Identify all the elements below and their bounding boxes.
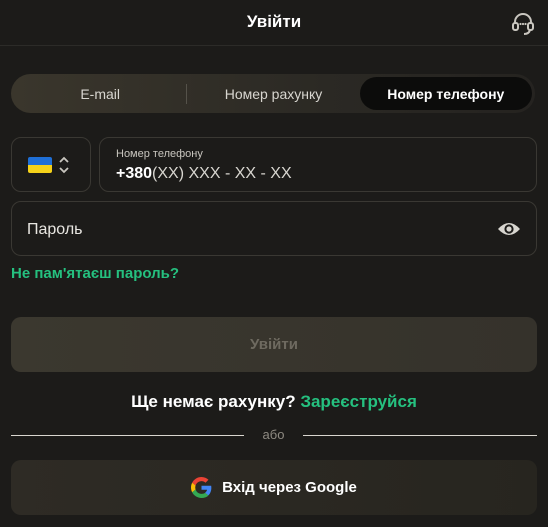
eye-icon[interactable]: [497, 219, 521, 239]
google-button-label: Вхід через Google: [222, 479, 357, 496]
google-login-button[interactable]: Вхід через Google: [11, 460, 537, 515]
headset-icon[interactable]: [510, 10, 536, 36]
phone-mask: (XX) XXX - XX - XX: [152, 165, 292, 182]
tab-email[interactable]: E-mail: [14, 77, 186, 110]
phone-input[interactable]: Номер телефону +380(XX) XXX - XX - XX: [99, 137, 537, 192]
phone-prefix: +380: [116, 165, 153, 182]
divider-line-left: [11, 435, 244, 436]
header: Увійти: [0, 0, 548, 46]
country-code-select[interactable]: [11, 137, 91, 192]
tab-phone-number[interactable]: Номер телефону: [359, 77, 532, 110]
divider-text: або: [262, 427, 285, 442]
register-link[interactable]: Зареєструйся: [300, 392, 417, 411]
phone-value: +380(XX) XXX - XX - XX: [116, 165, 292, 183]
page-title: Увійти: [246, 12, 302, 31]
tab-account-number[interactable]: Номер рахунку: [187, 77, 359, 110]
phone-field-label: Номер телефону: [116, 148, 203, 160]
chevron-up-down-icon: [59, 156, 69, 174]
divider-line-right: [303, 435, 537, 436]
password-input[interactable]: Пароль: [11, 201, 537, 256]
forgot-password-link[interactable]: Не пам'ятаєш пароль?: [11, 265, 179, 282]
login-method-tabs: E-mail Номер рахунку Номер телефону: [11, 74, 535, 113]
register-prompt: Ще немає рахунку? Зареєструйся: [0, 392, 548, 412]
password-placeholder: Пароль: [27, 221, 83, 238]
register-text: Ще немає рахунку?: [131, 392, 296, 411]
ukraine-flag-icon: [28, 157, 52, 173]
login-button[interactable]: Увійти: [11, 317, 537, 372]
google-icon: [191, 477, 212, 498]
